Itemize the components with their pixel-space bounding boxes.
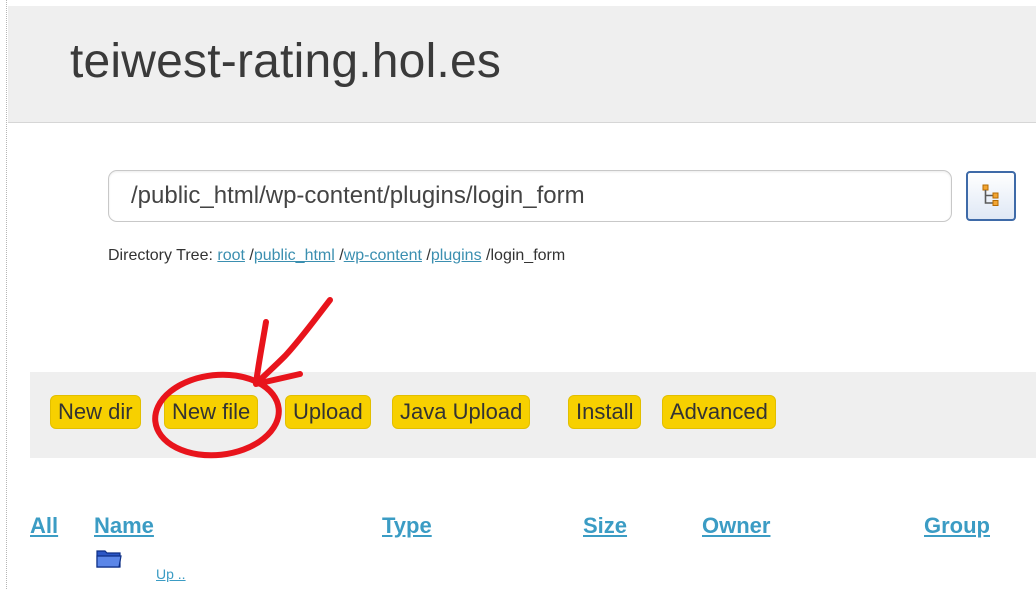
up-directory-link[interactable]: Up .. xyxy=(156,566,186,582)
breadcrumb-public-html[interactable]: public_html xyxy=(254,247,335,264)
breadcrumb-wp-content[interactable]: wp-content xyxy=(344,247,422,264)
column-name[interactable]: Name xyxy=(94,513,154,539)
file-manager-page: teiwest-rating.hol.es Directory Tree: ro… xyxy=(0,0,1036,589)
breadcrumb-root[interactable]: root xyxy=(217,247,245,264)
directory-tree-button[interactable] xyxy=(966,171,1016,221)
upload-button[interactable]: Upload xyxy=(285,395,371,429)
column-all[interactable]: All xyxy=(30,513,58,539)
left-border xyxy=(6,0,7,589)
install-button[interactable]: Install xyxy=(568,395,642,429)
column-group[interactable]: Group xyxy=(924,513,990,539)
breadcrumb-plugins[interactable]: plugins xyxy=(431,247,482,264)
new-dir-button[interactable]: New dir xyxy=(50,395,141,429)
folder-icon[interactable] xyxy=(96,547,122,569)
annotation-arrow-shaft xyxy=(255,297,333,385)
advanced-button[interactable]: Advanced xyxy=(662,395,776,429)
path-input[interactable] xyxy=(108,170,952,222)
site-title: teiwest-rating.hol.es xyxy=(70,35,502,88)
column-size[interactable]: Size xyxy=(583,513,627,539)
column-type[interactable]: Type xyxy=(382,513,432,539)
java-upload-button[interactable]: Java Upload xyxy=(392,395,531,429)
column-owner[interactable]: Owner xyxy=(702,513,770,539)
directory-tree-icon xyxy=(982,184,999,206)
breadcrumb-current: login_form xyxy=(490,247,566,264)
directory-tree-breadcrumb: Directory Tree: root /public_html /wp-co… xyxy=(108,247,565,265)
new-file-button[interactable]: New file xyxy=(164,395,259,429)
header: teiwest-rating.hol.es xyxy=(8,6,1036,123)
directory-tree-label: Directory Tree: xyxy=(108,247,213,264)
